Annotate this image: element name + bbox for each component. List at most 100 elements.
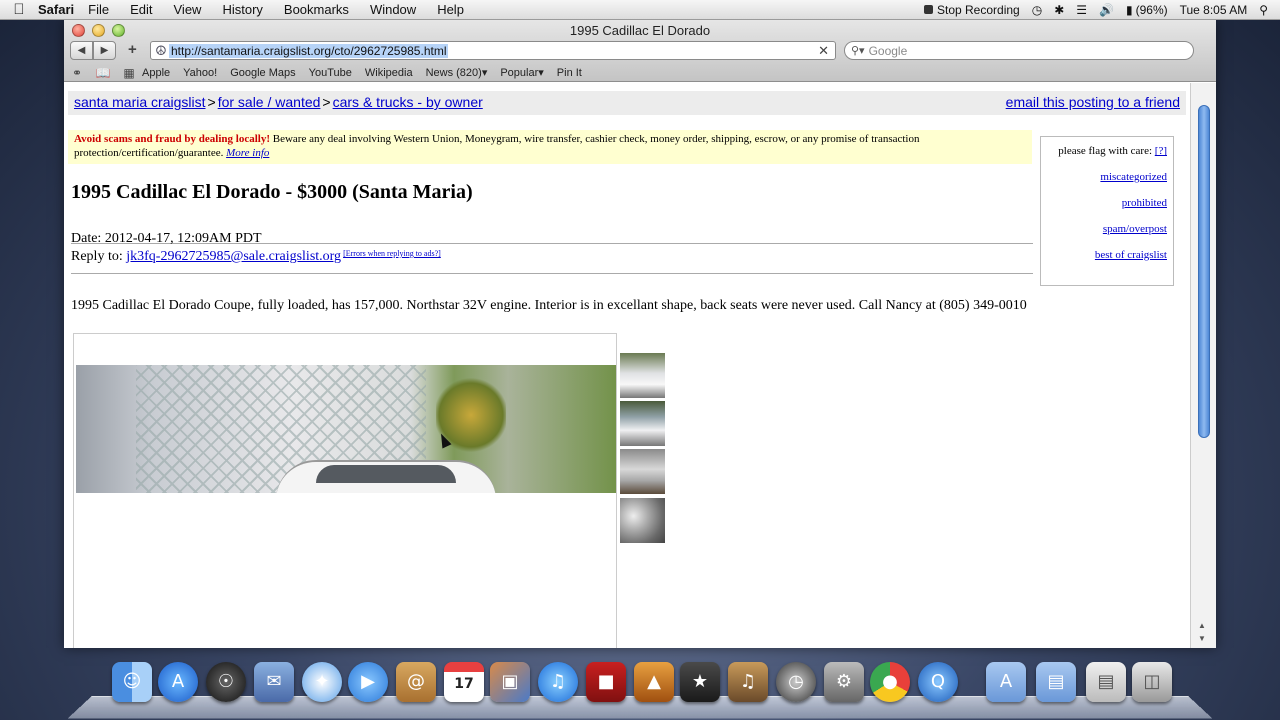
photo-thumbnail-1[interactable] [620, 353, 665, 398]
system-preferences-icon[interactable]: ⚙ [824, 662, 864, 702]
bookmarks-bar: ⚭ 📖 ▦ Apple Yahoo! Google Maps YouTube W… [64, 64, 1216, 81]
calendar-day: 17 [454, 676, 474, 692]
quicktime-icon[interactable]: Q [918, 662, 958, 702]
finder-icon[interactable]: ☺ [112, 662, 152, 702]
posting-body: 1995 Cadillac El Dorado Coupe, fully loa… [71, 298, 1027, 313]
imovie-icon[interactable]: ★ [680, 662, 720, 702]
scam-warning: Avoid scams and fraud by dealing locally… [68, 130, 1032, 164]
address-bar[interactable]: ☮ http://santamaria.craigslist.org/cto/2… [150, 41, 836, 60]
clock[interactable]: Tue 8:05 AM [1180, 3, 1248, 17]
add-bookmark-button[interactable]: + [128, 42, 137, 57]
menu-window[interactable]: Window [370, 2, 416, 17]
bluetooth-icon[interactable]: ✱ [1054, 3, 1064, 17]
scroll-down-arrow-icon[interactable]: ▼ [1198, 634, 1206, 643]
stop-recording-icon [924, 5, 933, 14]
breadcrumb-cars-trucks[interactable]: cars & trucks - by owner [333, 94, 483, 110]
bookmark-popular-label: Popular [500, 67, 539, 79]
search-input[interactable] [868, 43, 1169, 58]
iphoto-library-icon[interactable]: ▲ [634, 662, 674, 702]
bookmark-google-maps[interactable]: Google Maps [230, 67, 295, 79]
mail-icon[interactable]: ✉ [254, 662, 294, 702]
flag-help-link[interactable]: [?] [1155, 145, 1167, 157]
photo-car-window [316, 465, 456, 483]
itunes-icon[interactable]: ♫ [538, 662, 578, 702]
breadcrumb-bar: santa maria craigslist > for sale / wanted… [68, 91, 1186, 115]
menu-view[interactable]: View [174, 2, 202, 17]
main-photo-frame [73, 333, 617, 648]
applications-folder-icon[interactable]: A [986, 662, 1026, 702]
app-store-icon[interactable]: A [158, 662, 198, 702]
apple-menu-icon[interactable]:  [0, 1, 38, 18]
spotlight-icon[interactable]: ⚲ [1259, 3, 1268, 17]
flag-miscategorized[interactable]: miscategorized [1100, 171, 1167, 183]
top-sites-grid-icon[interactable]: ▦ [116, 66, 142, 80]
breadcrumb-santa-maria[interactable]: santa maria craigslist [74, 94, 206, 110]
menu-file[interactable]: File [88, 2, 109, 17]
search-field[interactable]: ⚲▾ [844, 41, 1194, 60]
dashboard-icon[interactable]: ☉ [206, 662, 246, 702]
time-machine-dock-icon[interactable]: ◷ [776, 662, 816, 702]
bookmark-yahoo[interactable]: Yahoo! [183, 67, 217, 79]
menu-history[interactable]: History [222, 2, 262, 17]
menu-edit[interactable]: Edit [130, 2, 152, 17]
bookmarks-book-icon[interactable]: 📖 [90, 66, 116, 80]
back-button[interactable]: ◀ [70, 41, 93, 60]
posting-title: 1995 Cadillac El Dorado - $3000 (Santa M… [71, 181, 473, 203]
back-arrow-icon: ◀ [77, 45, 86, 56]
search-icon: ⚲▾ [851, 45, 865, 57]
menu-bookmarks[interactable]: Bookmarks [284, 2, 349, 17]
stop-loading-icon[interactable]: ✕ [818, 43, 829, 59]
photo-thumbnail-3[interactable] [620, 449, 665, 494]
flag-best-of[interactable]: best of craigslist [1095, 249, 1167, 261]
reply-errors-link[interactable]: [Errors when replying to ads?] [343, 249, 441, 258]
bookmark-youtube[interactable]: YouTube [309, 67, 352, 79]
breadcrumb: santa maria craigslist > for sale / wanted… [74, 94, 483, 110]
main-photo[interactable] [76, 365, 616, 493]
flag-spam[interactable]: spam/overpost [1103, 223, 1167, 235]
photo-thumbnail-4[interactable] [620, 498, 665, 543]
reading-list-icon[interactable]: ⚭ [64, 66, 90, 80]
bookmark-news[interactable]: News (820)▾ [426, 66, 488, 79]
vertical-scrollbar[interactable]: ▲ ▼ [1190, 83, 1216, 648]
dock: ☺ A ☉ ✉ ✦ ▶ @ 17 ▣ ♫ ■ ▲ ★ ♫ ◷ ⚙ ● Q A ▤… [67, 652, 1213, 720]
menu-app-name[interactable]: Safari [38, 2, 74, 17]
photo-booth-icon[interactable]: ■ [586, 662, 626, 702]
forward-button[interactable]: ▶ [93, 41, 116, 60]
battery-item[interactable]: ▮ (96%) [1126, 3, 1168, 17]
bookmark-apple[interactable]: Apple [142, 67, 170, 79]
email-posting-link[interactable]: email this posting to a friend [1006, 94, 1180, 110]
chrome-icon[interactable]: ● [870, 662, 910, 702]
volume-icon[interactable]: 🔊 [1099, 3, 1114, 17]
iphoto-icon[interactable]: ▣ [490, 662, 530, 702]
news-dropdown-icon: ▾ [481, 67, 488, 79]
divider [71, 273, 1033, 274]
bookmark-popular[interactable]: Popular▾ [500, 66, 543, 79]
menu-bar:  Safari File Edit View History Bookmark… [0, 0, 1280, 20]
flag-box: please flag with care: [?] miscategorize… [1040, 136, 1174, 286]
bookmark-wikipedia[interactable]: Wikipedia [365, 67, 413, 79]
url-text[interactable]: http://santamaria.craigslist.org/cto/296… [169, 43, 449, 58]
reply-email-link[interactable]: jk3fq-2962725985@sale.craigslist.org [126, 249, 341, 264]
breadcrumb-for-sale[interactable]: for sale / wanted [218, 94, 321, 110]
safari-icon[interactable]: ✦ [302, 662, 342, 702]
stop-recording-item[interactable]: Stop Recording [924, 3, 1020, 17]
menu-help[interactable]: Help [437, 2, 464, 17]
facetime-icon[interactable]: ▶ [348, 662, 388, 702]
bookmark-pin-it[interactable]: Pin It [557, 67, 582, 79]
scrollbar-thumb[interactable] [1198, 105, 1210, 438]
trash-icon[interactable]: ◫ [1132, 662, 1172, 702]
breadcrumb-separator: > [322, 94, 331, 110]
wifi-icon[interactable]: ☰ [1076, 3, 1087, 17]
garageband-icon[interactable]: ♫ [728, 662, 768, 702]
calendar-icon[interactable]: 17 [444, 662, 484, 702]
window-titlebar: 1995 Cadillac El Dorado ◀ ▶ + ☮ http://s… [64, 20, 1216, 82]
photo-thumbnail-2[interactable] [620, 401, 665, 446]
posting-date: Date: 2012-04-17, 12:09AM PDT [71, 231, 262, 246]
flag-prohibited[interactable]: prohibited [1122, 197, 1167, 209]
scroll-up-arrow-icon[interactable]: ▲ [1198, 621, 1206, 630]
more-info-link[interactable]: More info [226, 147, 269, 159]
time-machine-icon[interactable]: ◷ [1032, 3, 1042, 17]
documents-folder-icon[interactable]: ▤ [1036, 662, 1076, 702]
downloads-stack-icon[interactable]: ▤ [1086, 662, 1126, 702]
address-book-icon[interactable]: @ [396, 662, 436, 702]
